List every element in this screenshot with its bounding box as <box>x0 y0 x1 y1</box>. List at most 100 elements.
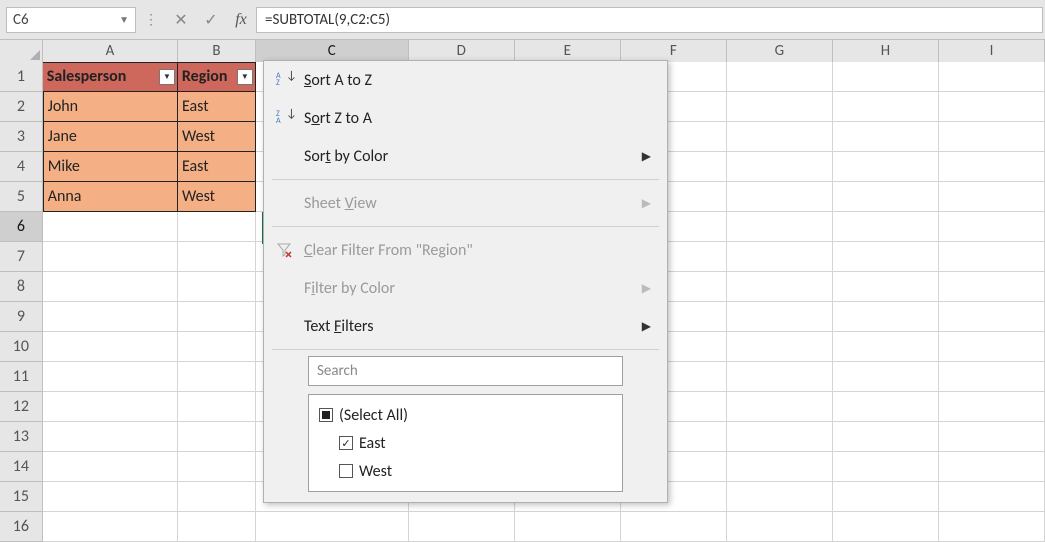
cell[interactable] <box>43 302 178 332</box>
row-header-15[interactable]: 15 <box>0 482 43 512</box>
select-all-checkbox-row[interactable]: (Select All) <box>315 401 616 429</box>
cell[interactable] <box>833 332 939 362</box>
row-header-16[interactable]: 16 <box>0 512 43 542</box>
cell[interactable] <box>178 212 256 242</box>
cell-region[interactable]: West <box>178 182 256 212</box>
row-header-1[interactable]: 1 <box>0 62 43 92</box>
cancel-formula-button[interactable]: ✕ <box>166 0 196 40</box>
row-header-10[interactable]: 10 <box>0 332 43 362</box>
cell[interactable] <box>43 482 178 512</box>
select-all-corner[interactable] <box>0 40 43 62</box>
cell[interactable] <box>833 62 939 92</box>
cell[interactable] <box>178 242 256 272</box>
cell[interactable] <box>939 92 1045 122</box>
cell[interactable] <box>939 272 1045 302</box>
column-header-H[interactable]: H <box>833 40 939 62</box>
cell[interactable] <box>833 362 939 392</box>
cell[interactable] <box>833 392 939 422</box>
row-header-3[interactable]: 3 <box>0 122 43 152</box>
formula-bar-input[interactable]: =SUBTOTAL(9,C2:C5) <box>256 7 1043 33</box>
cell[interactable] <box>939 512 1045 542</box>
cell[interactable] <box>178 362 256 392</box>
cell[interactable] <box>178 332 256 362</box>
column-header-A[interactable]: A <box>43 40 178 62</box>
column-header-D[interactable]: D <box>409 40 515 62</box>
table-header-salesperson[interactable]: Salesperson ▼ <box>43 62 178 92</box>
column-header-E[interactable]: E <box>515 40 621 62</box>
cell[interactable] <box>178 392 256 422</box>
row-header-6[interactable]: 6 <box>0 212 43 242</box>
cell[interactable] <box>727 122 833 152</box>
cell[interactable] <box>939 152 1045 182</box>
filter-value-row[interactable]: East <box>315 429 616 457</box>
cell[interactable] <box>833 272 939 302</box>
row-header-12[interactable]: 12 <box>0 392 43 422</box>
cell[interactable] <box>833 302 939 332</box>
cell[interactable] <box>43 272 178 302</box>
row-header-9[interactable]: 9 <box>0 302 43 332</box>
cell[interactable] <box>939 212 1045 242</box>
cell[interactable] <box>256 512 409 542</box>
cell[interactable] <box>833 452 939 482</box>
sort-a-to-z-item[interactable]: AZ↓ Sort A to Z <box>264 61 667 99</box>
cell[interactable] <box>833 92 939 122</box>
name-box[interactable]: C6 ▼ <box>6 7 136 33</box>
cell[interactable] <box>178 302 256 332</box>
cell[interactable] <box>178 422 256 452</box>
cell-region[interactable]: East <box>178 92 256 122</box>
row-header-5[interactable]: 5 <box>0 182 43 212</box>
cell-salesperson[interactable]: Jane <box>43 122 178 152</box>
cell[interactable] <box>727 392 833 422</box>
cell[interactable] <box>939 242 1045 272</box>
cell[interactable] <box>727 62 833 92</box>
filter-value-row[interactable]: West <box>315 457 616 485</box>
cell[interactable] <box>727 512 833 542</box>
row-header-11[interactable]: 11 <box>0 362 43 392</box>
cell[interactable] <box>43 512 178 542</box>
cell[interactable] <box>727 272 833 302</box>
cell[interactable] <box>727 92 833 122</box>
cell[interactable] <box>939 422 1045 452</box>
cell[interactable] <box>727 302 833 332</box>
cell[interactable] <box>409 512 515 542</box>
cell[interactable] <box>178 452 256 482</box>
cell[interactable] <box>727 422 833 452</box>
cell[interactable] <box>727 362 833 392</box>
cell[interactable] <box>833 512 939 542</box>
cell[interactable] <box>939 362 1045 392</box>
cell-salesperson[interactable]: John <box>43 92 178 122</box>
cell[interactable] <box>178 512 256 542</box>
text-filters-item[interactable]: Text Filters ▶ <box>264 307 667 345</box>
cell[interactable] <box>43 212 178 242</box>
cell[interactable] <box>178 272 256 302</box>
cell[interactable] <box>621 512 727 542</box>
cell[interactable] <box>727 242 833 272</box>
cell[interactable] <box>727 182 833 212</box>
cell[interactable] <box>727 332 833 362</box>
cell-salesperson[interactable]: Anna <box>43 182 178 212</box>
filter-dropdown-button[interactable]: ▼ <box>159 69 175 85</box>
cell[interactable] <box>939 482 1045 512</box>
cell[interactable] <box>939 182 1045 212</box>
cell[interactable] <box>727 482 833 512</box>
fx-icon[interactable]: fx <box>226 11 256 29</box>
column-header-G[interactable]: G <box>727 40 833 62</box>
row-header-14[interactable]: 14 <box>0 452 43 482</box>
checkbox-unchecked-icon[interactable] <box>339 464 353 478</box>
row-header-4[interactable]: 4 <box>0 152 43 182</box>
cell[interactable] <box>178 482 256 512</box>
cell[interactable] <box>833 242 939 272</box>
cell[interactable] <box>43 242 178 272</box>
row-header-2[interactable]: 2 <box>0 92 43 122</box>
cell-region[interactable]: East <box>178 152 256 182</box>
cell[interactable] <box>939 122 1045 152</box>
cell[interactable] <box>43 422 178 452</box>
cell-salesperson[interactable]: Mike <box>43 152 178 182</box>
checkbox-mixed-icon[interactable] <box>319 408 333 422</box>
cell[interactable] <box>833 182 939 212</box>
cell[interactable] <box>939 452 1045 482</box>
cell[interactable] <box>43 362 178 392</box>
column-header-C[interactable]: C <box>256 40 409 62</box>
sort-z-to-a-item[interactable]: ZA↓ Sort Z to A <box>264 99 667 137</box>
cell[interactable] <box>939 62 1045 92</box>
